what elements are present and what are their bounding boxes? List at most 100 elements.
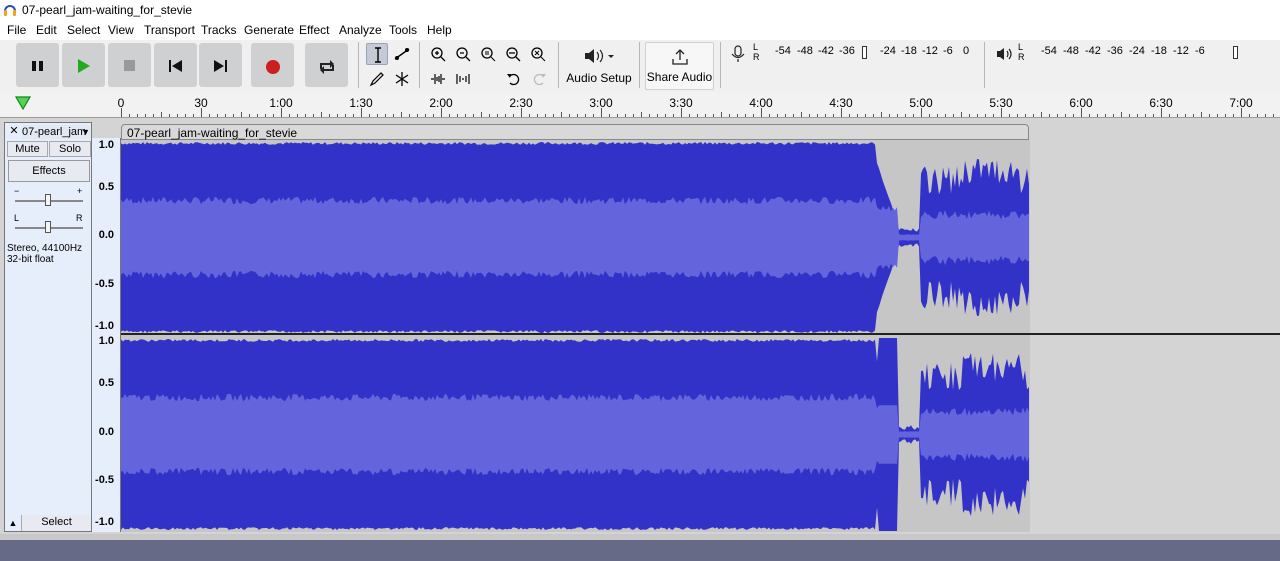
timeline-tick: [1073, 114, 1074, 117]
timeline-tick: [657, 114, 658, 117]
zoom-in-icon: [431, 47, 446, 62]
timeline-tick: [945, 114, 946, 117]
effects-button[interactable]: Effects: [8, 160, 90, 182]
silence-audio-button[interactable]: [452, 68, 474, 90]
pan-slider-thumb[interactable]: [45, 221, 51, 233]
share-audio-button[interactable]: Share Audio: [645, 42, 714, 90]
track-control-panel: ✕ 07-pearl_jam ▼ Mute Solo Effects − + L…: [4, 122, 92, 532]
draw-tool-button[interactable]: [366, 68, 388, 90]
timeline-tick: [401, 112, 402, 117]
record-icon: [266, 60, 280, 74]
track-menu-chevron-icon: ▼: [81, 127, 90, 137]
timeline-tick: [737, 114, 738, 117]
redo-button[interactable]: [528, 68, 550, 90]
timeline-tick: [969, 114, 970, 117]
timeline-tick: [1209, 114, 1210, 117]
skip-to-start-button[interactable]: [154, 43, 197, 87]
zoom-in-button[interactable]: [427, 43, 449, 65]
timeline-tick: [1257, 114, 1258, 117]
menu-file[interactable]: File: [7, 23, 26, 37]
multi-tool-button[interactable]: [391, 68, 413, 90]
zoom-out-button[interactable]: [452, 43, 474, 65]
timeline-tick: [377, 114, 378, 117]
zoom-toggle-button[interactable]: [527, 43, 549, 65]
title-bar: 07-pearl_jam-waiting_for_stevie: [0, 0, 1280, 21]
close-track-button[interactable]: ✕: [7, 125, 21, 139]
timeline-tick: [313, 114, 314, 117]
timeline-tick: [713, 114, 714, 117]
waveform-clip[interactable]: [121, 140, 1030, 532]
selection-tool-button[interactable]: [366, 43, 388, 65]
amp-label: 0.5: [98, 377, 114, 389]
timeline-tick: [561, 112, 562, 117]
timeline-tick: [681, 108, 682, 117]
speaker-dropdown-icon: [585, 49, 614, 63]
menu-help[interactable]: Help: [427, 23, 452, 37]
timeline-tick: [169, 114, 170, 117]
menu-view[interactable]: View: [108, 23, 134, 37]
playback-meter[interactable]: L R -54 -48 -42 -36 -24 -18 -12 -6: [994, 42, 1244, 63]
timeline-tick: [689, 114, 690, 117]
timeline-tick: [881, 112, 882, 117]
stop-button[interactable]: [108, 43, 151, 87]
pause-button[interactable]: [16, 43, 59, 87]
recording-meter[interactable]: L R -54 -48 -42 -36 -24 -18 -12 -6 0: [728, 42, 976, 63]
track-area[interactable]: ✕ 07-pearl_jam ▼ Mute Solo Effects − + L…: [0, 118, 1280, 534]
fit-selection-button[interactable]: [477, 43, 499, 65]
timeline-tick: [1201, 112, 1202, 117]
timeline-tick: [1185, 114, 1186, 117]
track-name-menu[interactable]: 07-pearl_jam ▼: [22, 125, 91, 139]
timeline-tick: [321, 112, 322, 117]
envelope-tool-button[interactable]: [391, 43, 413, 65]
rec-meter-channels: L R: [753, 42, 760, 62]
menu-edit[interactable]: Edit: [36, 23, 57, 37]
play-meter-handle[interactable]: [1233, 46, 1238, 59]
record-button[interactable]: [251, 43, 294, 87]
timeline-tick: [1057, 114, 1058, 117]
clip-title-bar[interactable]: 07-pearl_jam-waiting_for_stevie: [121, 124, 1029, 140]
collapse-track-button[interactable]: ▲: [5, 515, 21, 531]
timeline-tick: [649, 114, 650, 117]
toolbar-separator: [358, 42, 359, 88]
menu-transport[interactable]: Transport: [144, 23, 195, 37]
vertical-amplitude-ruler[interactable]: 1.0 0.5 0.0 -0.5 -1.0 1.0 0.5 0.0 -0.5 -…: [92, 138, 121, 532]
pause-icon: [32, 61, 43, 71]
menu-generate[interactable]: Generate: [244, 23, 294, 37]
menu-tracks[interactable]: Tracks: [201, 23, 237, 37]
menu-effect[interactable]: Effect: [299, 23, 329, 37]
timeline-tick: [1129, 114, 1130, 117]
loop-button[interactable]: [305, 43, 348, 87]
waveform-display[interactable]: [121, 140, 1030, 532]
menu-select[interactable]: Select: [67, 23, 100, 37]
select-track-button[interactable]: Select: [21, 515, 91, 531]
timeline-tick: [153, 114, 154, 117]
timeline-tick: [233, 114, 234, 117]
menu-tools[interactable]: Tools: [389, 23, 417, 37]
trim-audio-button[interactable]: [427, 68, 449, 90]
play-meter-tick: -48: [1063, 45, 1079, 57]
timeline-tick: [569, 114, 570, 117]
play-head-marker-icon[interactable]: [15, 96, 31, 110]
solo-button[interactable]: Solo: [49, 141, 91, 157]
timeline-tick: [441, 108, 442, 117]
timeline-tick: [697, 114, 698, 117]
rec-meter-handle[interactable]: [862, 46, 867, 59]
gain-slider-thumb[interactable]: [45, 194, 51, 206]
mute-button[interactable]: Mute: [7, 141, 48, 157]
amp-label: 0.0: [98, 229, 114, 241]
timeline-tick: [289, 114, 290, 117]
skip-to-end-button[interactable]: [199, 43, 242, 87]
audio-setup-button[interactable]: Audio Setup: [564, 42, 634, 90]
timeline-tick: [1097, 114, 1098, 117]
timeline-tick: [129, 114, 130, 117]
fit-project-button[interactable]: [502, 43, 524, 65]
timeline-ruler[interactable]: 0 30 1:00 1:30 2:00 2:30 3:00 3:30 4:00 4:30 5:00 5…: [0, 92, 1280, 118]
timeline-tick: [1017, 114, 1018, 117]
menu-analyze[interactable]: Analyze: [339, 23, 382, 37]
speaker-icon: [997, 48, 1012, 60]
play-button[interactable]: [62, 43, 105, 87]
play-meter-tick: -36: [1107, 45, 1123, 57]
gain-max-label: +: [77, 186, 83, 196]
timeline-tick: [161, 112, 162, 117]
undo-button[interactable]: [503, 68, 525, 90]
